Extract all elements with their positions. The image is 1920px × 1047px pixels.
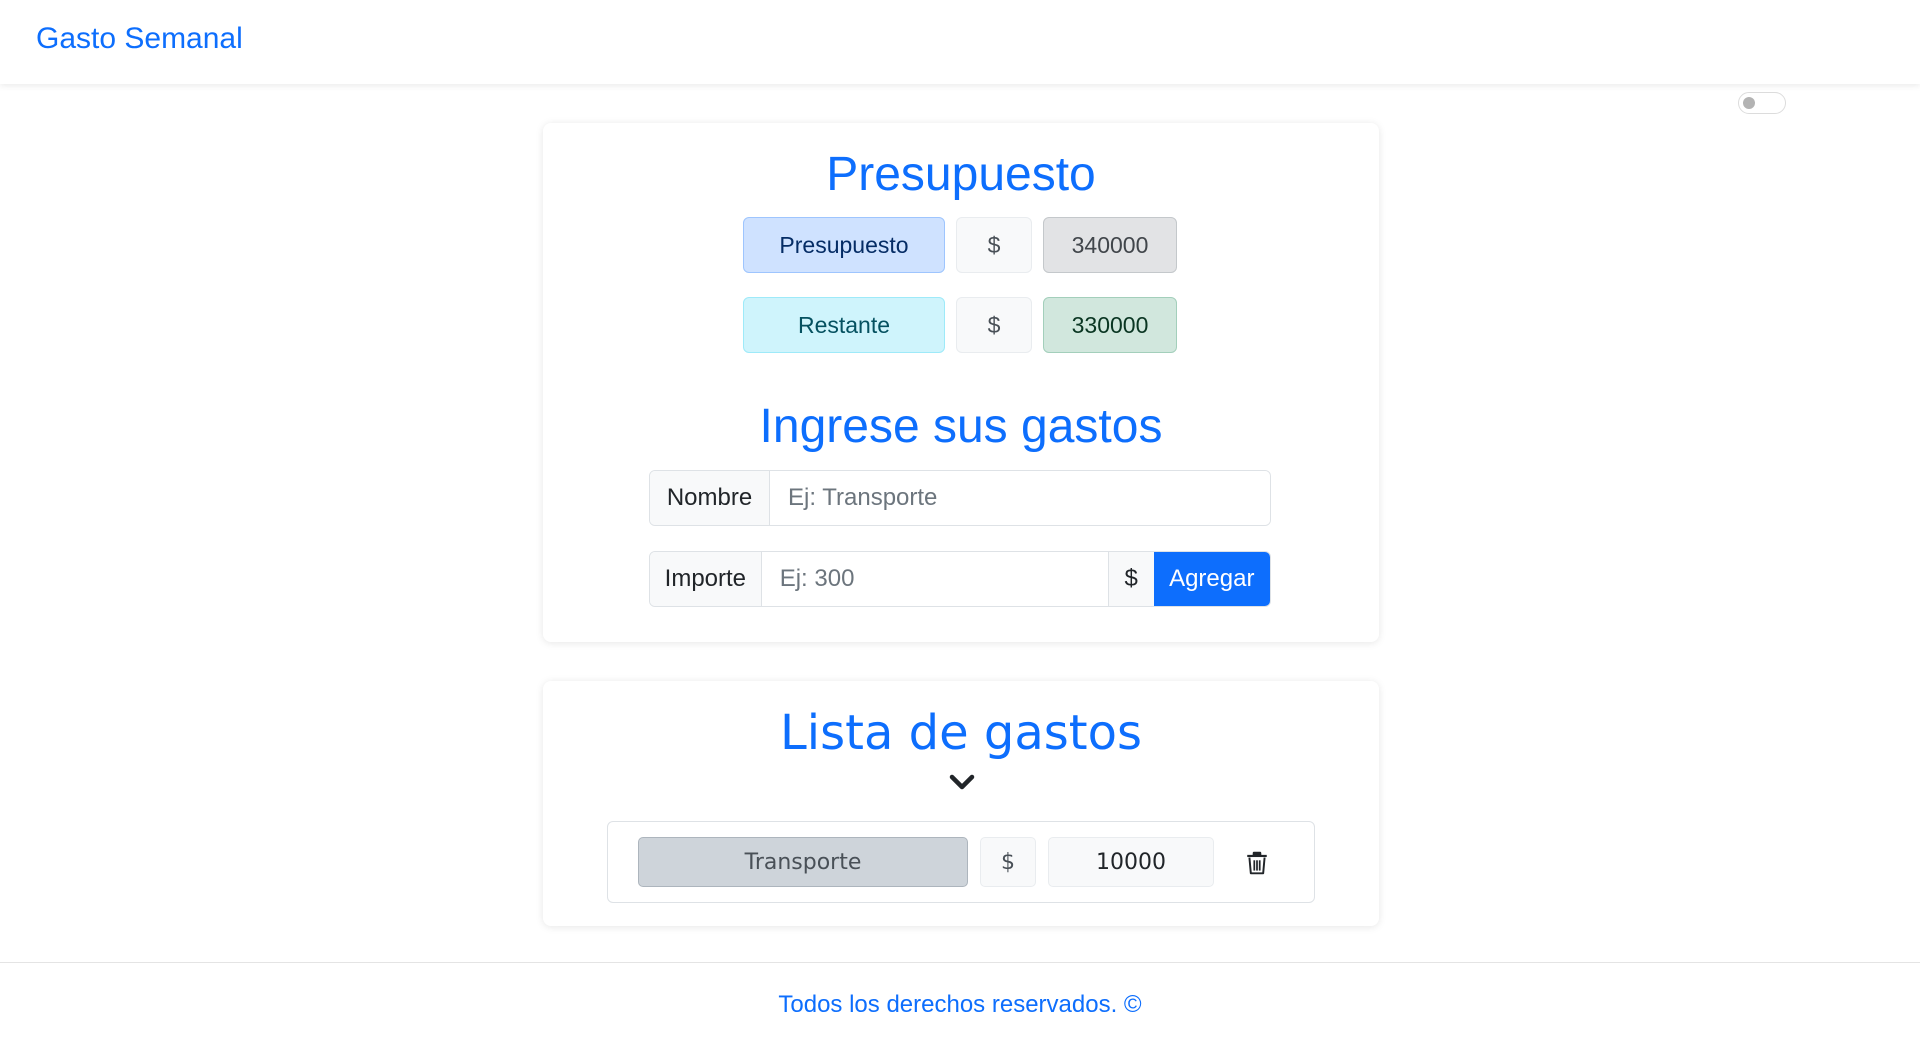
toggle-knob bbox=[1743, 97, 1755, 109]
footer: Todos los derechos reservados. © bbox=[0, 962, 1920, 1047]
theme-toggle-switch[interactable] bbox=[1738, 92, 1786, 114]
expense-form-title: Ingrese sus gastos bbox=[759, 400, 1163, 453]
amount-currency: $ bbox=[1107, 552, 1154, 606]
expense-list-title: Lista de gastos bbox=[780, 705, 1142, 761]
remaining-value-badge: 330000 bbox=[1043, 297, 1177, 353]
amount-label: Importe bbox=[650, 552, 762, 606]
amount-input[interactable] bbox=[761, 552, 1108, 606]
name-input[interactable] bbox=[770, 471, 1270, 525]
footer-copyright: Todos los derechos reservados. © bbox=[778, 991, 1142, 1018]
name-input-group: Nombre bbox=[649, 470, 1271, 526]
expense-currency: $ bbox=[980, 837, 1036, 887]
add-expense-button[interactable]: Agregar bbox=[1153, 552, 1270, 606]
list-item: Transporte $ 10000 bbox=[607, 821, 1315, 903]
trash-icon[interactable] bbox=[1244, 850, 1270, 876]
budget-value-badge: 340000 bbox=[1043, 217, 1177, 273]
amount-input-group: Importe $ Agregar bbox=[649, 551, 1271, 607]
chevron-down-icon[interactable] bbox=[949, 773, 975, 791]
name-label: Nombre bbox=[650, 471, 770, 525]
remaining-currency-badge: $ bbox=[956, 297, 1032, 353]
remaining-label-badge: Restante bbox=[743, 297, 945, 353]
budget-title: Presupuesto bbox=[826, 148, 1096, 201]
expense-amount: 10000 bbox=[1048, 837, 1214, 887]
budget-currency-badge: $ bbox=[956, 217, 1032, 273]
navbar: Gasto Semanal bbox=[0, 0, 1920, 84]
budget-label-badge: Presupuesto bbox=[743, 217, 945, 273]
expense-list-card: Lista de gastos Transporte $ 10000 bbox=[543, 681, 1379, 926]
budget-card: Presupuesto Presupuesto $ 340000 Restant… bbox=[543, 123, 1379, 642]
expense-name: Transporte bbox=[638, 837, 968, 887]
brand-link[interactable]: Gasto Semanal bbox=[36, 22, 243, 56]
